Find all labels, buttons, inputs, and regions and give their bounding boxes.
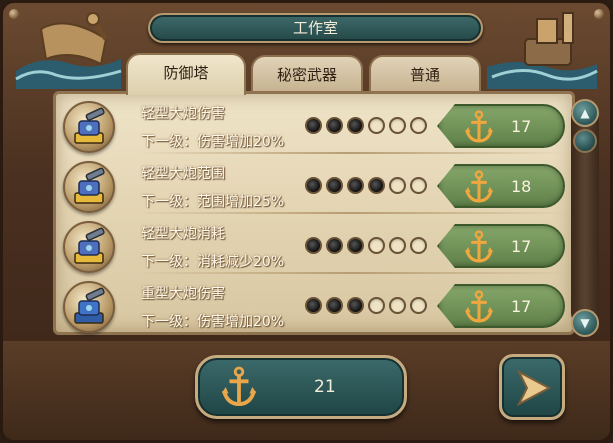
currency-total-value: 21 — [314, 377, 336, 397]
tab-label: 秘密武器 — [276, 66, 337, 84]
light-cannon-icon — [63, 161, 115, 213]
level-dot — [305, 297, 322, 314]
heavy-cannon-icon — [63, 281, 115, 333]
tab-secret-weapon[interactable]: 秘密武器 — [251, 55, 363, 93]
level-dot — [389, 117, 406, 134]
level-dot — [410, 297, 427, 314]
level-dot — [326, 117, 343, 134]
upgrade-row[interactable]: 轻型大炮范围 下一级：范围增加25% 18 — [59, 159, 567, 213]
upgrade-cost-value: 17 — [511, 237, 532, 256]
light-cannon-icon — [63, 101, 115, 153]
upgrade-description: 下一级：伤害增加20% — [141, 314, 285, 330]
level-dot — [389, 237, 406, 254]
level-indicator — [305, 177, 427, 194]
level-dot — [347, 237, 364, 254]
level-indicator — [305, 117, 427, 134]
workshop-window: 工作室 防御塔 秘密武器 普通 轻型大炮伤害 下一级：伤害增加20% 17 轻型… — [0, 0, 613, 443]
level-dot — [326, 177, 343, 194]
upgrade-description: 下一级：伤害增加20% — [141, 134, 285, 150]
level-dot — [410, 177, 427, 194]
anchor-icon — [221, 366, 257, 407]
level-dot — [368, 297, 385, 314]
level-dot — [326, 237, 343, 254]
upgrade-name: 轻型大炮范围 — [141, 166, 225, 182]
level-indicator — [305, 297, 427, 314]
level-dot — [305, 177, 322, 194]
anchor-icon — [465, 230, 493, 263]
upgrade-description: 下一级：范围增加25% — [141, 194, 285, 210]
scroll-down-button[interactable]: ▼ — [571, 309, 599, 337]
upgrade-cost-button[interactable]: 18 — [437, 164, 565, 208]
level-dot — [389, 177, 406, 194]
next-button[interactable] — [499, 354, 565, 420]
upgrade-name: 轻型大炮伤害 — [141, 106, 225, 122]
level-dot — [347, 297, 364, 314]
upgrade-cost-value: 17 — [511, 297, 532, 316]
upgrade-row[interactable]: 轻型大炮伤害 下一级：伤害增加20% 17 — [59, 99, 567, 153]
window-title: 工作室 — [148, 13, 483, 43]
upgrade-name: 重型大炮伤害 — [141, 286, 225, 302]
level-indicator — [305, 237, 427, 254]
scroll-up-button[interactable]: ▲ — [571, 99, 599, 127]
ship-ornament-icon — [15, 12, 122, 89]
level-dot — [326, 297, 343, 314]
tab-label: 普通 — [409, 66, 440, 84]
ship-ornament-icon — [487, 12, 598, 89]
level-dot — [305, 117, 322, 134]
level-dot — [410, 237, 427, 254]
anchor-icon — [465, 170, 493, 203]
upgrade-row[interactable]: 重型大炮伤害 下一级：伤害增加20% 17 — [59, 279, 567, 333]
upgrade-description: 下一级：消耗减少20% — [141, 254, 285, 270]
upgrade-name: 轻型大炮消耗 — [141, 226, 225, 242]
tab-label: 防御塔 — [163, 64, 209, 82]
upgrade-cost-button[interactable]: 17 — [437, 224, 565, 268]
tab-normal[interactable]: 普通 — [369, 55, 481, 93]
upgrade-cost-button[interactable]: 17 — [437, 284, 565, 328]
upgrade-cost-button[interactable]: 17 — [437, 104, 565, 148]
tab-defense-tower[interactable]: 防御塔 — [126, 53, 246, 95]
level-dot — [347, 177, 364, 194]
level-dot — [368, 117, 385, 134]
level-dot — [305, 237, 322, 254]
arrow-right-icon — [516, 369, 551, 407]
upgrade-cost-value: 18 — [511, 177, 532, 196]
level-dot — [368, 237, 385, 254]
upgrade-row[interactable]: 轻型大炮消耗 下一级：消耗减少20% 17 — [59, 219, 567, 273]
upgrade-cost-value: 17 — [511, 117, 532, 136]
level-dot — [347, 117, 364, 134]
light-cannon-icon — [63, 221, 115, 273]
scroll-thumb[interactable] — [573, 129, 597, 153]
level-dot — [368, 177, 385, 194]
currency-total: 21 — [195, 355, 407, 419]
anchor-icon — [465, 110, 493, 143]
anchor-icon — [465, 290, 493, 323]
level-dot — [410, 117, 427, 134]
level-dot — [389, 297, 406, 314]
